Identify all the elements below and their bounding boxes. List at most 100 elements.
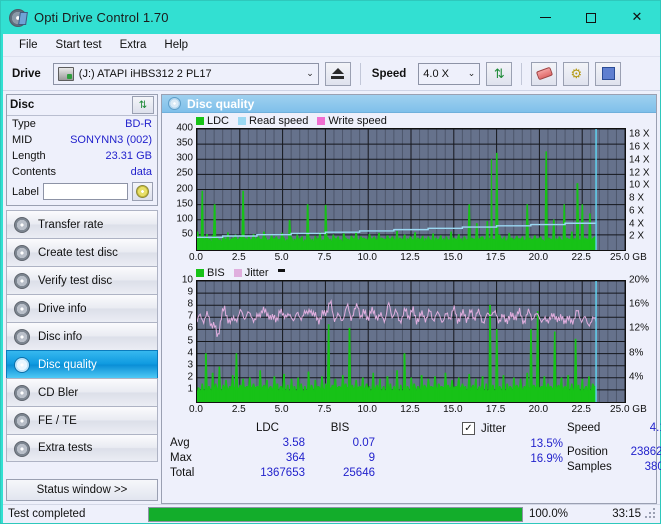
stats-max-ldc: 364 xyxy=(285,452,305,464)
page-title: Disc quality xyxy=(187,96,255,111)
app-icon xyxy=(9,8,27,27)
sidebar-item-create-test-disc[interactable]: Create test disc xyxy=(6,238,158,266)
resize-grip-icon[interactable] xyxy=(645,508,657,520)
disc-type-label: Type xyxy=(12,118,36,130)
disc-icon xyxy=(13,357,30,373)
chart2-legend: BIS Jitter xyxy=(162,266,656,280)
menu-help[interactable]: Help xyxy=(155,36,197,54)
y-tick-label: 350 xyxy=(176,137,193,149)
y2-tick-label: 10 X xyxy=(629,179,650,191)
disc-label-label: Label xyxy=(12,185,39,198)
main-panel: Disc quality LDC Read speed Write speed … xyxy=(161,94,661,504)
menu-extra[interactable]: Extra xyxy=(111,36,156,54)
sidebar-item-label: Disc quality xyxy=(38,358,97,371)
disc-panel-title: Disc xyxy=(10,99,35,111)
chart2-y2-axis: 4% 8% 12% 16% 20% xyxy=(626,275,656,401)
window-title: Opti Drive Control 1.70 xyxy=(34,10,169,25)
eject-icon xyxy=(331,68,345,79)
y2-tick-label: 4 X xyxy=(629,218,645,230)
chart2-y-axis: 1 2 3 4 5 6 7 8 9 10 xyxy=(162,275,196,401)
sidebar-item-extra-tests[interactable]: Extra tests xyxy=(6,434,158,462)
sidebar-item-transfer-rate[interactable]: Transfer rate xyxy=(6,210,158,238)
refresh-button[interactable]: ⇅ xyxy=(486,61,513,86)
sidebar-item-disc-info[interactable]: Disc info xyxy=(6,322,158,350)
tools-button[interactable]: ⚙ xyxy=(563,61,590,86)
disc-type-value: BD-R xyxy=(125,118,152,130)
disc-icon xyxy=(13,329,30,345)
stats-row-label-max: Max xyxy=(170,452,192,464)
jitter-checkbox[interactable]: ✓ xyxy=(462,422,475,435)
y2-tick-label: 16% xyxy=(629,298,650,310)
progress-bar-fill xyxy=(149,507,522,521)
save-icon xyxy=(601,67,615,80)
stats-total-bis: 25646 xyxy=(343,467,375,479)
y2-tick-label: 18 X xyxy=(629,128,650,140)
progress-percent: 100.0% xyxy=(529,508,569,520)
eject-button[interactable] xyxy=(324,61,351,86)
legend-bis: BIS xyxy=(196,267,225,279)
y-tick-label: 1 xyxy=(187,383,193,395)
app-window: Opti Drive Control 1.70 ✕ File Start tes… xyxy=(0,0,661,524)
disc-icon xyxy=(13,217,30,233)
menu-file[interactable]: File xyxy=(10,36,47,54)
y-tick-label: 200 xyxy=(176,183,193,194)
x-tick-label: 5.0 xyxy=(274,252,289,263)
window-controls: ✕ xyxy=(522,1,660,34)
position-row: Position 23862 MB xyxy=(567,446,661,458)
jitter-column: ✓ Jitter 13.5% 16.9% xyxy=(462,422,567,503)
samples-row: Samples 380365 xyxy=(567,461,661,473)
disc-refresh-button[interactable]: ⇅ xyxy=(132,96,154,114)
sidebar-item-label: Verify test disc xyxy=(38,274,113,287)
stats-panel: LDC BIS Avg 3.58 0.07 Max 364 9 Total 13… xyxy=(162,417,661,503)
close-button[interactable]: ✕ xyxy=(614,1,660,34)
x-tick-label: 12.5 xyxy=(400,252,420,263)
y2-tick-label: 12 X xyxy=(629,167,650,179)
y2-tick-label: 8% xyxy=(629,347,644,359)
disc-row-type: Type BD-R xyxy=(7,116,157,132)
y-tick-label: 100 xyxy=(176,213,193,225)
sidebar-item-label: Extra tests xyxy=(38,442,93,454)
sidebar-item-drive-info[interactable]: Drive info xyxy=(6,294,158,322)
chart1-x-axis: 0.0 2.5 5.0 7.5 10.0 12.5 15.0 17.5 20.0 22.5 25.0… xyxy=(162,251,656,265)
stats-table: LDC BIS Avg 3.58 0.07 Max 364 9 Total 13… xyxy=(162,422,462,503)
close-icon: ✕ xyxy=(631,10,643,25)
client-area: File Start test Extra Help Drive (J:) AT… xyxy=(3,34,661,523)
speed-label: Speed xyxy=(371,67,407,80)
sidebar-item-verify-test-disc[interactable]: Verify test disc xyxy=(6,266,158,294)
x-tick-label: 22.5 xyxy=(571,252,591,263)
title-bar: Opti Drive Control 1.70 ✕ xyxy=(1,1,660,34)
sidebar-item-label: Create test disc xyxy=(38,246,118,259)
elapsed-time: 33:15 xyxy=(612,508,641,520)
disc-contents-label: Contents xyxy=(12,166,57,178)
drive-select[interactable]: (J:) ATAPI iHBS312 2 PL17 ⌄ xyxy=(52,62,319,85)
chart1-y-axis: 50 100 150 200 250 300 350 400 xyxy=(162,123,196,249)
x-tick-label: 15.0 xyxy=(443,404,463,415)
disc-panel: Disc ⇅ Type BD-R MID SONYNN3 (002) Lengt… xyxy=(6,94,158,206)
disc-label-browse-button[interactable] xyxy=(132,182,153,201)
disc-label-row: Label xyxy=(7,180,157,205)
disc-label-input[interactable] xyxy=(42,183,128,200)
toolbar: Drive (J:) ATAPI iHBS312 2 PL17 ⌄ Speed … xyxy=(3,57,660,91)
disc-icon xyxy=(13,440,30,457)
y-tick-label: 6 xyxy=(187,322,193,334)
stats-avg-ldc: 3.58 xyxy=(282,437,305,449)
x-tick-label: 10.0 xyxy=(357,252,377,263)
sidebar-item-cd-bler[interactable]: CD Bler xyxy=(6,378,158,406)
sidebar-item-fe-te[interactable]: FE / TE xyxy=(6,406,158,434)
disc-icon xyxy=(13,245,30,261)
x-tick-label: 7.5 xyxy=(317,252,332,263)
sidebar-item-disc-quality[interactable]: Disc quality xyxy=(6,350,158,378)
maximize-button[interactable] xyxy=(568,1,614,34)
menu-bar: File Start test Extra Help xyxy=(3,34,660,57)
status-window-button[interactable]: Status window >> xyxy=(6,479,158,501)
chart1-legend: LDC Read speed Write speed xyxy=(162,114,656,128)
save-button[interactable] xyxy=(595,61,622,86)
minimize-button[interactable] xyxy=(522,1,568,34)
jitter-max-value: 16.9% xyxy=(530,453,563,465)
erase-button[interactable] xyxy=(531,61,558,86)
speed-select[interactable]: 4.0 X ⌄ xyxy=(418,62,481,85)
chart-ldc-readspeed: LDC Read speed Write speed 50 100 150 200 25… xyxy=(162,113,656,265)
menu-start-test[interactable]: Start test xyxy=(47,36,111,54)
drive-icon xyxy=(57,66,74,81)
sidebar-item-label: Transfer rate xyxy=(38,218,104,231)
